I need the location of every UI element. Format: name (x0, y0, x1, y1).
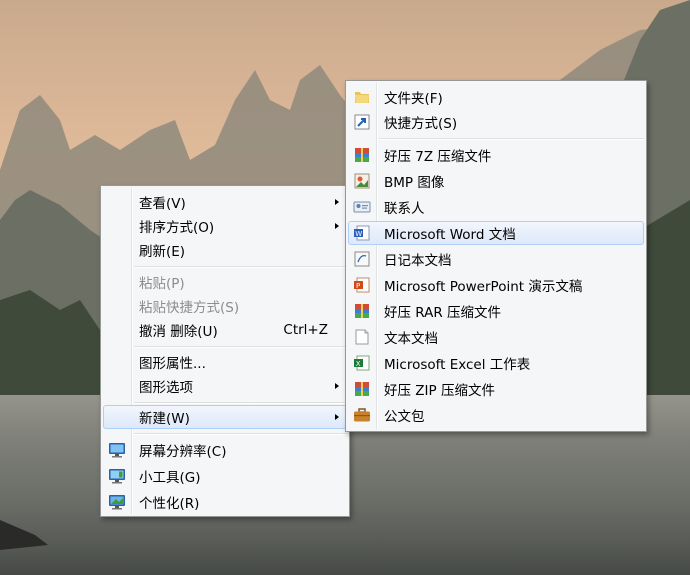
new-excel-item[interactable]: X Microsoft Excel 工作表 (348, 351, 644, 375)
new-folder-item[interactable]: 文件夹(F) (348, 85, 644, 109)
menu-item-undo-delete[interactable]: 撤消 删除(U) Ctrl+Z (103, 318, 347, 342)
menu-item-label: 文本文档 (384, 331, 438, 347)
menu-item-label: 粘贴(P) (139, 276, 185, 292)
submenu-arrow-icon (335, 383, 339, 389)
new-rar-archive-item[interactable]: 好压 RAR 压缩文件 (348, 299, 644, 323)
menu-item-label: 粘贴快捷方式(S) (139, 300, 240, 316)
menu-item-label: 排序方式(O) (139, 220, 215, 236)
new-zip-archive-item[interactable]: 好压 ZIP 压缩文件 (348, 377, 644, 401)
menu-item-shortcut: Ctrl+Z (283, 322, 328, 338)
menu-separator (134, 346, 347, 348)
svg-text:X: X (356, 360, 361, 368)
menu-separator (134, 402, 347, 404)
menu-item-label: 撤消 删除(U) (139, 324, 218, 340)
menu-item-label: Microsoft Excel 工作表 (384, 357, 531, 373)
menu-item-label: Microsoft PowerPoint 演示文稿 (384, 279, 583, 295)
menu-item-label: 刷新(E) (139, 244, 186, 260)
menu-item-refresh[interactable]: 刷新(E) (103, 238, 347, 262)
word-document-icon: W (353, 225, 371, 241)
menu-item-gadgets[interactable]: 小工具(G) (103, 464, 347, 488)
menu-separator (134, 433, 347, 435)
menu-item-graphics-properties[interactable]: 图形属性... (103, 350, 347, 374)
menu-item-label: 快捷方式(S) (384, 116, 458, 132)
menu-item-label: 屏幕分辨率(C) (139, 444, 227, 460)
menu-item-label: 好压 ZIP 压缩文件 (384, 383, 495, 399)
menu-item-label: 公文包 (384, 409, 425, 425)
menu-item-label: 图形选项 (139, 380, 193, 396)
menu-item-label: 联系人 (384, 201, 425, 217)
new-word-document-item[interactable]: W Microsoft Word 文档 (348, 221, 644, 245)
menu-item-screen-resolution[interactable]: 屏幕分辨率(C) (103, 438, 347, 462)
menu-item-label: 好压 RAR 压缩文件 (384, 305, 502, 321)
new-shortcut-item[interactable]: 快捷方式(S) (348, 110, 644, 134)
menu-item-label: 小工具(G) (139, 470, 201, 486)
powerpoint-icon: P (353, 277, 371, 293)
menu-item-sort-by[interactable]: 排序方式(O) (103, 214, 347, 238)
archive-icon (353, 147, 371, 163)
menu-separator (379, 138, 644, 140)
new-text-document-item[interactable]: 文本文档 (348, 325, 644, 349)
menu-item-label: 查看(V) (139, 196, 186, 212)
submenu-arrow-icon (335, 199, 339, 205)
menu-item-label: 个性化(R) (139, 496, 200, 512)
desktop-context-menu: 查看(V) 排序方式(O) 刷新(E) 粘贴(P) 粘贴快捷方式(S) 撤消 删… (100, 185, 350, 517)
briefcase-icon (353, 407, 371, 423)
new-7z-archive-item[interactable]: 好压 7Z 压缩文件 (348, 143, 644, 167)
personalize-icon (108, 494, 126, 510)
new-contact-item[interactable]: 联系人 (348, 195, 644, 219)
svg-text:W: W (355, 230, 362, 238)
new-briefcase-item[interactable]: 公文包 (348, 403, 644, 427)
menu-item-paste-shortcut[interactable]: 粘贴快捷方式(S) (103, 294, 347, 318)
archive-icon (353, 303, 371, 319)
menu-item-view[interactable]: 查看(V) (103, 190, 347, 214)
archive-icon (353, 381, 371, 397)
menu-item-new[interactable]: 新建(W) (103, 405, 347, 429)
journal-icon (353, 251, 371, 267)
menu-item-label: 日记本文档 (384, 253, 452, 269)
menu-item-graphics-options[interactable]: 图形选项 (103, 374, 347, 398)
contact-icon (353, 199, 371, 215)
menu-separator (134, 266, 347, 268)
folder-icon (353, 89, 371, 105)
new-bmp-image-item[interactable]: BMP 图像 (348, 169, 644, 193)
menu-item-label: 新建(W) (139, 411, 190, 427)
menu-item-label: Microsoft Word 文档 (384, 227, 516, 243)
menu-item-label: 文件夹(F) (384, 91, 443, 107)
menu-item-personalize[interactable]: 个性化(R) (103, 490, 347, 514)
display-icon (108, 442, 126, 458)
svg-text:P: P (356, 282, 360, 290)
text-document-icon (353, 329, 371, 345)
menu-item-paste[interactable]: 粘贴(P) (103, 270, 347, 294)
excel-icon: X (353, 355, 371, 371)
new-journal-document-item[interactable]: 日记本文档 (348, 247, 644, 271)
menu-item-label: 图形属性... (139, 356, 206, 372)
new-powerpoint-item[interactable]: P Microsoft PowerPoint 演示文稿 (348, 273, 644, 297)
gadgets-icon (108, 468, 126, 484)
submenu-arrow-icon (335, 414, 339, 420)
menu-item-label: BMP 图像 (384, 175, 445, 191)
submenu-arrow-icon (335, 223, 339, 229)
bmp-image-icon (353, 173, 371, 189)
new-submenu: 文件夹(F) 快捷方式(S) 好压 7Z 压缩文件 BMP 图像 联系人 W M… (345, 80, 647, 432)
shortcut-icon (353, 114, 371, 130)
menu-item-label: 好压 7Z 压缩文件 (384, 149, 492, 165)
